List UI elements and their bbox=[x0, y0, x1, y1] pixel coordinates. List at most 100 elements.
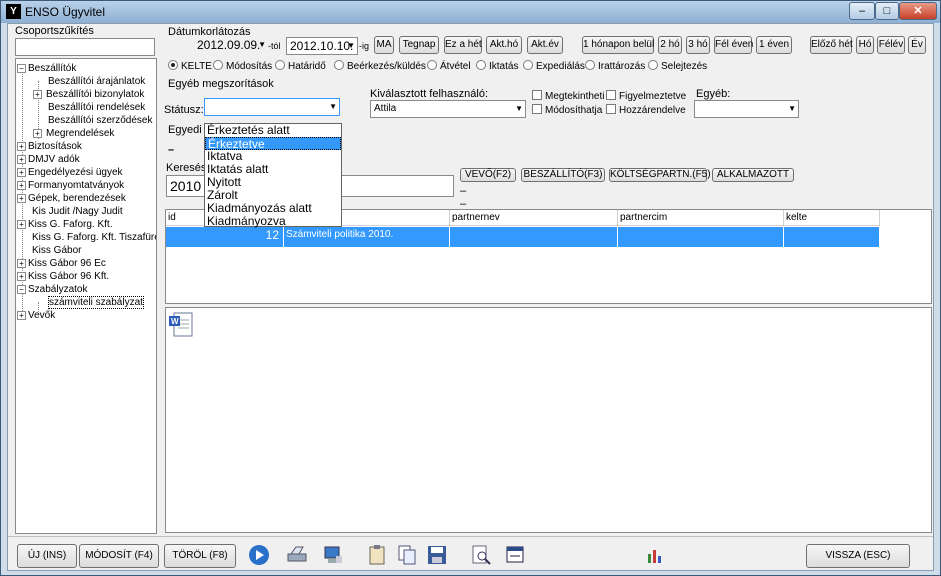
tree-item[interactable]: − Beszállítók bbox=[17, 62, 76, 75]
expand-icon[interactable]: + bbox=[17, 193, 26, 203]
radio-modositas[interactable]: Módosítás bbox=[213, 60, 272, 74]
year-button[interactable]: Év bbox=[908, 36, 926, 54]
tree-item[interactable]: Beszállítói árajánlatok bbox=[48, 75, 145, 88]
title-bar[interactable]: Y ENSO Ügyvitel – □ ✕ bbox=[1, 1, 940, 23]
can-modify-checkbox[interactable]: Módosíthatja bbox=[532, 104, 602, 118]
tree-item[interactable]: + Kiss G. Faforg. Kft. bbox=[17, 218, 112, 231]
group-filter-input[interactable] bbox=[15, 38, 155, 56]
current-month-button[interactable]: Akt.hó bbox=[486, 36, 522, 54]
date-to-picker[interactable]: 2012.10.10. ▼ bbox=[286, 37, 358, 55]
status-option[interactable]: Érkeztetés alatt bbox=[205, 124, 341, 137]
expand-icon[interactable]: + bbox=[17, 180, 26, 190]
preview-icon[interactable] bbox=[470, 544, 492, 566]
expand-icon[interactable]: + bbox=[17, 219, 26, 229]
this-week-button[interactable]: Ez a hét bbox=[444, 36, 482, 54]
table-row[interactable]: 12 Számviteli politika 2010. bbox=[166, 227, 880, 247]
tree-item[interactable]: + Formanyomtatványok bbox=[17, 179, 124, 192]
supplier-button[interactable]: BESZÁLLÍTÓ(F3) bbox=[521, 168, 605, 182]
half-year-button[interactable]: Fél éven bbox=[714, 36, 753, 54]
play-icon[interactable] bbox=[248, 544, 270, 566]
user-select[interactable]: Attila ▼ bbox=[370, 100, 526, 118]
chevron-down-icon[interactable]: ▼ bbox=[329, 99, 337, 115]
chart-icon[interactable] bbox=[644, 544, 666, 566]
attachment-area[interactable]: W bbox=[165, 307, 932, 533]
radio-expedialas[interactable]: Expediálás bbox=[523, 60, 585, 74]
within-1-month-button[interactable]: 1 hónapon belül bbox=[582, 36, 654, 54]
assigned-checkbox[interactable]: Hozzárendelve bbox=[606, 104, 686, 118]
radio-kelte[interactable]: KELTE bbox=[168, 60, 212, 74]
collapse-icon[interactable]: − bbox=[17, 284, 26, 294]
tree-item[interactable]: Kiss G. Faforg. Kft. Tiszafüred bbox=[32, 231, 156, 244]
column-kelte[interactable]: kelte bbox=[784, 210, 880, 226]
radio-hatarido[interactable]: Határidő bbox=[275, 60, 326, 74]
radio-atvetel[interactable]: Átvétel bbox=[427, 60, 471, 74]
tree-item[interactable]: Beszállítói rendelések bbox=[48, 101, 145, 114]
employee-button[interactable]: ALKALMAZOTT bbox=[712, 168, 794, 182]
group-tree[interactable]: − Beszállítók Beszállítói árajánlatok + Be… bbox=[15, 58, 157, 534]
word-document-icon[interactable]: W bbox=[168, 310, 194, 338]
delete-button[interactable]: TÖRÖL (F8) bbox=[164, 544, 236, 568]
collapse-icon[interactable]: − bbox=[17, 63, 26, 73]
tree-item[interactable]: + Biztosítások bbox=[17, 140, 82, 153]
tree-item[interactable]: + Kiss Gábor 96 Ec bbox=[17, 257, 106, 270]
column-partnernev[interactable]: partnernev bbox=[450, 210, 618, 226]
tree-item-selected[interactable]: számviteli szabályzat bbox=[48, 296, 144, 309]
yesterday-button[interactable]: Tegnap bbox=[399, 36, 439, 54]
warned-checkbox[interactable]: Figyelmeztetve bbox=[606, 90, 686, 104]
tree-item[interactable]: + Kiss Gábor 96 Kft. bbox=[17, 270, 109, 283]
computer-icon[interactable] bbox=[322, 544, 344, 566]
expand-icon[interactable]: + bbox=[33, 89, 42, 99]
can-view-checkbox[interactable]: Megtekintheti bbox=[532, 90, 604, 104]
status-dropdown-list[interactable]: Érkeztetés alatt Érkeztetve Iktatva Ikta… bbox=[204, 123, 342, 228]
customer-button[interactable]: VEVŐ(F2) bbox=[460, 168, 516, 182]
today-button[interactable]: MA bbox=[374, 36, 394, 54]
month-button[interactable]: Hó bbox=[856, 36, 874, 54]
column-partnercim[interactable]: partnercim bbox=[618, 210, 784, 226]
half-year-period-button[interactable]: Félév bbox=[877, 36, 905, 54]
tree-item[interactable]: + Megrendelések bbox=[33, 127, 114, 140]
close-button[interactable]: ✕ bbox=[899, 2, 937, 20]
tree-item[interactable]: + DMJV adók bbox=[17, 153, 80, 166]
cost-partner-button[interactable]: KÖLTSÉGPARTN.(F5) bbox=[609, 168, 711, 182]
tree-item[interactable]: Beszállítói szerződések bbox=[48, 114, 153, 127]
tree-item[interactable]: − Szabályzatok bbox=[17, 283, 87, 296]
2-months-button[interactable]: 2 hó bbox=[658, 36, 682, 54]
expand-icon[interactable]: + bbox=[17, 271, 26, 281]
1-year-button[interactable]: 1 éven bbox=[756, 36, 792, 54]
tree-item[interactable]: + Gépek, berendezések bbox=[17, 192, 126, 205]
expand-icon[interactable]: + bbox=[17, 258, 26, 268]
radio-irattarozas[interactable]: Irattározás bbox=[585, 60, 645, 74]
chevron-down-icon[interactable]: ▼ bbox=[258, 37, 266, 53]
minimize-button[interactable]: – bbox=[849, 2, 875, 20]
scanner-icon[interactable] bbox=[286, 544, 308, 566]
chevron-down-icon[interactable]: ▼ bbox=[515, 101, 523, 117]
status-select[interactable]: ▼ bbox=[204, 98, 340, 116]
copy-icon[interactable] bbox=[396, 544, 418, 566]
chevron-down-icon[interactable]: ▼ bbox=[347, 38, 355, 54]
tree-item[interactable]: + Vevők bbox=[17, 309, 55, 322]
date-from-picker[interactable]: 2012.09.09. ▼ bbox=[194, 37, 268, 55]
window-icon[interactable] bbox=[504, 544, 526, 566]
radio-selejtezes[interactable]: Selejtezés bbox=[648, 60, 707, 74]
other-select[interactable]: ▼ bbox=[694, 100, 799, 118]
modify-button[interactable]: MÓDOSÍT (F4) bbox=[79, 544, 159, 568]
maximize-button[interactable]: □ bbox=[875, 2, 899, 20]
3-months-button[interactable]: 3 hó bbox=[686, 36, 710, 54]
expand-icon[interactable]: + bbox=[17, 141, 26, 151]
tree-item[interactable]: + Beszállítói bizonylatok bbox=[33, 88, 144, 101]
previous-week-button[interactable]: Előző hét bbox=[810, 36, 853, 54]
expand-icon[interactable]: + bbox=[17, 154, 26, 164]
clipboard-icon[interactable] bbox=[366, 544, 388, 566]
current-year-button[interactable]: Akt.év bbox=[527, 36, 563, 54]
back-button[interactable]: VISSZA (ESC) bbox=[806, 544, 910, 568]
tree-item[interactable]: Kiss Gábor bbox=[32, 244, 81, 257]
status-option[interactable]: Kiadmányozva bbox=[205, 215, 341, 228]
expand-icon[interactable]: + bbox=[17, 167, 26, 177]
expand-icon[interactable]: + bbox=[17, 310, 26, 320]
save-icon[interactable] bbox=[426, 544, 448, 566]
expand-icon[interactable]: + bbox=[33, 128, 42, 138]
new-button[interactable]: ÚJ (INS) bbox=[17, 544, 77, 568]
tree-item[interactable]: + Engedélyezési ügyek bbox=[17, 166, 123, 179]
radio-beerkezes[interactable]: Beérkezés/küldés bbox=[334, 60, 426, 74]
tree-item[interactable]: Kis Judit /Nagy Judit bbox=[32, 205, 123, 218]
